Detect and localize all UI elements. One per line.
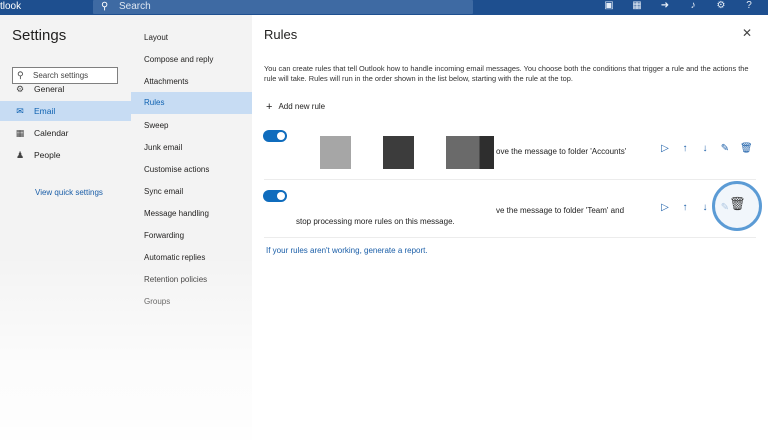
menu-item-junk-email[interactable]: Junk email [131,137,252,159]
settings-nav: Settings ⚲ Search settings ⚙ General ✉ E… [0,15,131,440]
nav-item-label: Email [34,106,56,116]
mail-icon: ✉ [16,106,24,116]
menu-item-sweep[interactable]: Sweep [131,115,252,137]
menu-item-rules[interactable]: Rules [131,92,252,114]
redacted-block [446,136,494,169]
plus-icon: + [266,101,273,113]
settings-title: Settings [12,27,67,44]
nav-item-general[interactable]: ⚙ General [0,79,131,99]
add-new-rule-label: Add new rule [278,102,326,111]
rule-2-toggle[interactable] [263,190,287,202]
menu-item-label: Sweep [144,121,169,130]
rule-1-toggle[interactable] [263,130,287,142]
menu-item-label: Groups [144,297,171,306]
menu-item-label: Attachments [144,77,189,86]
rule-2-text-line1: ve the message to folder 'Team' and [496,206,625,215]
rule-1-actions: ▷ ↑ ↓ ✎ 🗑 [660,143,753,154]
move-up-icon[interactable]: ↑ [680,202,690,213]
run-rule-icon[interactable]: ▷ [660,143,670,154]
menu-item-label: Retention policies [144,275,208,284]
menu-item-compose-and-reply[interactable]: Compose and reply [131,49,252,71]
calendar-icon: ▦ [15,128,25,138]
menu-item-customise-actions[interactable]: Customise actions [131,159,252,181]
rules-panel: Rules ✕ You can create rules that tell O… [252,15,768,440]
edit-icon[interactable]: ✎ [720,143,730,154]
panel-title: Rules [264,27,298,42]
close-icon[interactable]: ✕ [742,26,752,40]
app-name: tlook [0,1,22,12]
delete-icon[interactable]: 🗑 [740,143,753,154]
menu-item-label: Sync email [144,187,184,196]
global-search-box[interactable]: ⚲ Search [93,0,473,14]
top-bar-icons: ▣ ▦ ➜ ♪ ⚙ ? [602,0,756,11]
menu-item-attachments[interactable]: Attachments [131,71,252,93]
menu-item-groups[interactable]: Groups [131,291,252,313]
help-icon[interactable]: ? [742,0,756,11]
divider [264,179,756,180]
menu-item-label: Customise actions [144,165,210,174]
run-rule-icon[interactable]: ▷ [660,202,670,213]
menu-item-layout[interactable]: Layout [131,27,252,49]
nav-item-email[interactable]: ✉ Email [0,101,131,121]
divider [264,237,756,238]
nav-item-people[interactable]: ♟ People [0,145,131,165]
move-down-icon[interactable]: ↓ [700,143,710,154]
move-down-icon[interactable]: ↓ [700,202,710,213]
redacted-block [383,136,414,169]
search-icon: ⚲ [101,1,109,12]
cursor-highlight: 🗑 [712,181,762,231]
email-settings-menu: Layout Compose and reply Attachments Rul… [131,15,252,440]
redacted-block [320,136,351,169]
bell-icon[interactable]: ♪ [686,0,700,11]
add-new-rule-button[interactable]: + Add new rule [266,100,326,113]
view-quick-settings-link[interactable]: View quick settings [35,188,103,197]
menu-item-automatic-replies[interactable]: Automatic replies [131,247,252,269]
menu-item-message-handling[interactable]: Message handling [131,203,252,225]
rule-2-text-line2: stop processing more rules on this messa… [296,217,455,226]
meeting-icon[interactable]: ▣ [602,0,616,11]
global-search-placeholder: Search [119,1,151,12]
generate-report-link[interactable]: If your rules aren't working, generate a… [266,246,428,255]
menu-item-label: Compose and reply [144,55,214,64]
menu-item-label: Automatic replies [144,253,206,262]
top-bar: tlook ⚲ Search ▣ ▦ ➜ ♪ ⚙ ? [0,0,768,15]
menu-item-label: Rules [144,98,165,107]
gear-icon: ⚙ [15,84,25,94]
nav-item-label: General [34,84,65,94]
menu-item-label: Layout [144,33,169,42]
nav-item-label: Calendar [34,128,69,138]
delete-icon[interactable]: 🗑 [729,196,746,212]
rules-description: You can create rules that tell Outlook h… [264,64,749,83]
office-icon[interactable]: ▦ [630,0,644,11]
menu-item-label: Junk email [144,143,183,152]
nav-item-label: People [34,150,61,160]
gear-icon[interactable]: ⚙ [714,0,728,11]
menu-item-sync-email[interactable]: Sync email [131,181,252,203]
share-icon[interactable]: ➜ [658,0,672,11]
move-up-icon[interactable]: ↑ [680,143,690,154]
nav-item-calendar[interactable]: ▦ Calendar [0,123,131,143]
menu-item-label: Forwarding [144,231,185,240]
people-icon: ♟ [15,150,25,160]
menu-item-retention-policies[interactable]: Retention policies [131,269,252,291]
rule-1-text: ove the message to folder 'Accounts' [496,147,627,156]
menu-item-label: Message handling [144,209,209,218]
menu-item-forwarding[interactable]: Forwarding [131,225,252,247]
